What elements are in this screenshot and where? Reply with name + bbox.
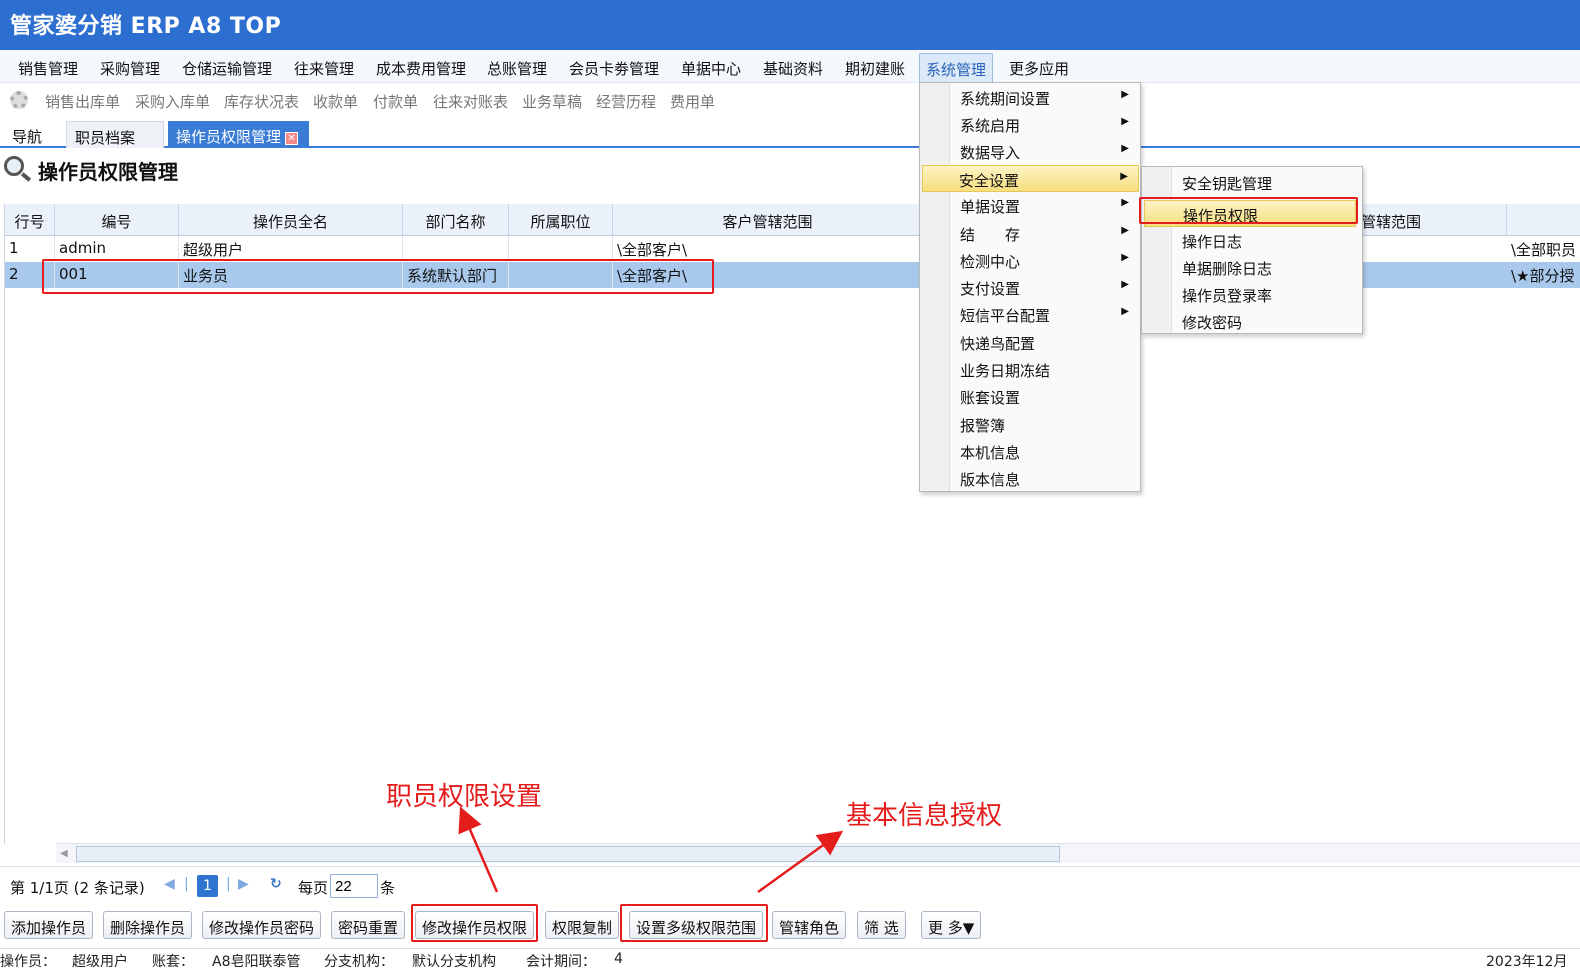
annotation-arrows (458, 806, 844, 894)
arrow-to-basic-info (757, 830, 844, 894)
arrow-to-staff-permission (458, 806, 499, 893)
